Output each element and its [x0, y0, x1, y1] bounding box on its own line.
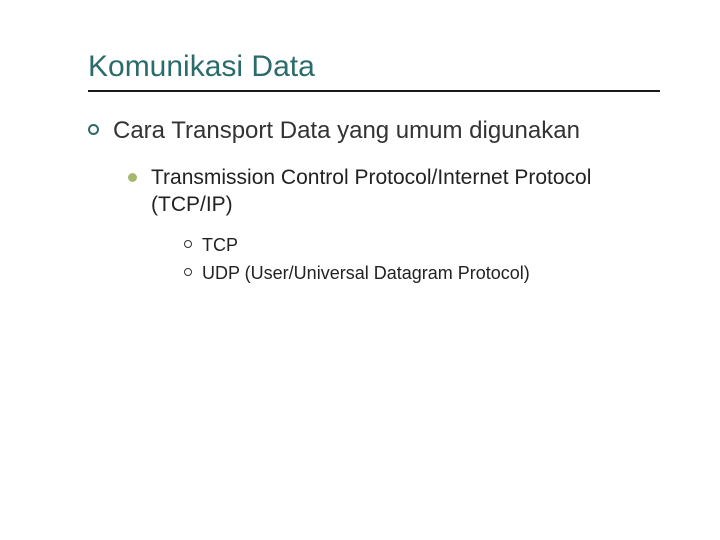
bullet-level1-text: Cara Transport Data yang umum digunakan	[113, 116, 580, 146]
bullet-level3: TCP	[184, 233, 660, 257]
bullet-level1: Cara Transport Data yang umum digunakan	[88, 116, 660, 146]
ring-small-bullet-icon	[184, 240, 192, 248]
slide: Komunikasi Data Cara Transport Data yang…	[0, 0, 720, 540]
bullet-level3-text: TCP	[202, 233, 238, 257]
ring-bullet-icon	[88, 124, 99, 135]
slide-title: Komunikasi Data	[88, 50, 660, 84]
bullet-level2-text: Transmission Control Protocol/Internet P…	[151, 164, 660, 219]
bullet-level3: UDP (User/Universal Datagram Protocol)	[184, 261, 660, 285]
ring-small-bullet-icon	[184, 268, 192, 276]
title-rule	[88, 90, 660, 92]
bullet-level3-text: UDP (User/Universal Datagram Protocol)	[202, 261, 530, 285]
dot-bullet-icon	[128, 173, 137, 182]
bullet-level2: Transmission Control Protocol/Internet P…	[128, 164, 660, 219]
